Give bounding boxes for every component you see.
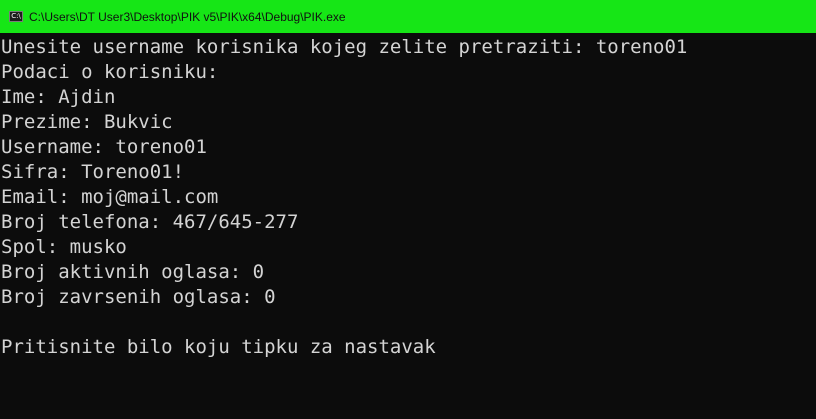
console-line-email: Email: moj@mail.com: [1, 186, 219, 208]
console-line-first-name: Ime: Ajdin: [1, 86, 116, 108]
console-line-password: Sifra: Toreno01!: [1, 161, 185, 183]
console-line-continue-prompt: Pritisnite bilo koju tipku za nastavak: [1, 336, 436, 358]
console-line-active-ads: Broj aktivnih oglasa: 0: [1, 261, 265, 283]
console-line-header: Podaci o korisniku:: [1, 61, 219, 83]
console-app-icon: C:\: [9, 11, 23, 22]
console-line-gender: Spol: musko: [1, 236, 127, 258]
console-line-username: Username: toreno01: [1, 136, 207, 158]
console-output[interactable]: Unesite username korisnika kojeg zelite …: [1, 35, 816, 419]
console-window: C:\ C:\Users\DT User3\Desktop\PIK v5\PIK…: [0, 0, 816, 419]
console-line-finished-ads: Broj zavrsenih oglasa: 0: [1, 286, 276, 308]
console-line-last-name: Prezime: Bukvic: [1, 111, 173, 133]
console-line-prompt: Unesite username korisnika kojeg zelite …: [1, 36, 688, 58]
title-bar[interactable]: C:\ C:\Users\DT User3\Desktop\PIK v5\PIK…: [0, 0, 816, 33]
window-title: C:\Users\DT User3\Desktop\PIK v5\PIK\x64…: [29, 9, 346, 24]
console-line-phone: Broj telefona: 467/645-277: [1, 211, 299, 233]
